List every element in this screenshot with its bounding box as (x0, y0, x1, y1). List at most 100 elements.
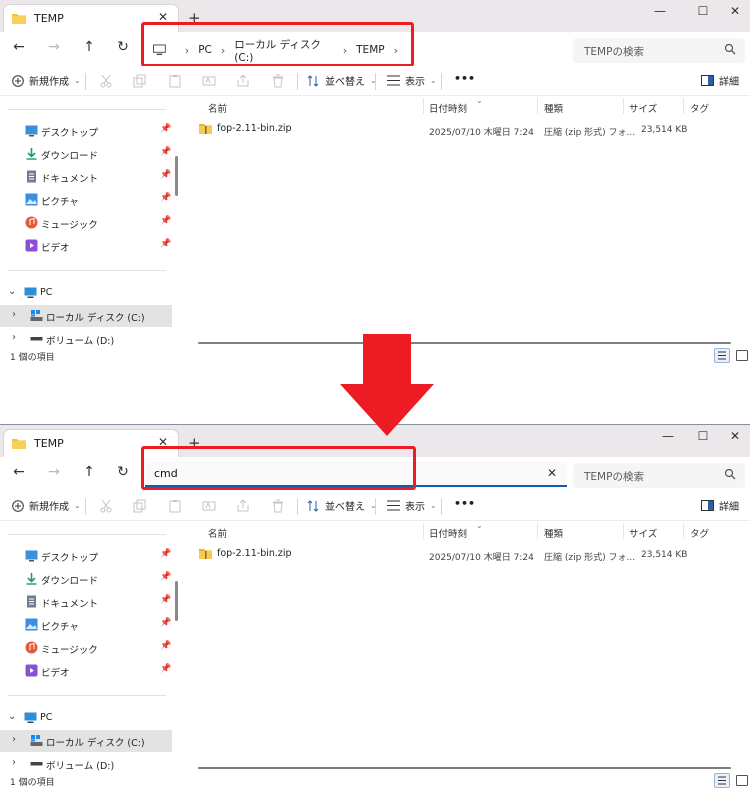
share-icon[interactable] (236, 74, 250, 88)
pin-icon[interactable]: 📌 (160, 193, 171, 203)
pin-icon[interactable]: 📌 (160, 641, 171, 651)
nav-item-documents[interactable]: ドキュメント 📌 (0, 591, 172, 613)
clear-icon[interactable]: ✕ (547, 466, 557, 480)
more-options-button[interactable]: ••• (454, 497, 475, 510)
back-button[interactable]: ← (8, 464, 30, 484)
details-view-button[interactable] (714, 773, 730, 788)
pin-icon[interactable]: 📌 (160, 170, 171, 180)
forward-button[interactable]: → (43, 39, 65, 59)
details-button[interactable]: 詳細 (701, 498, 739, 513)
nav-item-videos[interactable]: ビデオ 📌 (0, 660, 172, 682)
column-tag[interactable]: タグ (690, 526, 709, 540)
column-name[interactable]: 名前 (208, 101, 227, 115)
up-button[interactable]: ↑ (78, 464, 100, 484)
nav-item-pc[interactable]: ⌄ PC (0, 282, 172, 304)
nav-item-videos[interactable]: ビデオ 📌 (0, 235, 172, 257)
view-button[interactable]: 表示 ⌄ (387, 498, 437, 513)
chevron-right-icon[interactable]: › (12, 757, 16, 768)
pin-icon[interactable]: 📌 (160, 124, 171, 134)
maximize-button[interactable]: ☐ (688, 4, 718, 18)
details-button[interactable]: 詳細 (701, 73, 739, 88)
pin-icon[interactable]: 📌 (160, 239, 171, 249)
chevron-right-icon[interactable]: › (12, 309, 16, 320)
nav-item-pictures[interactable]: ピクチャ 📌 (0, 189, 172, 211)
cut-icon[interactable] (99, 74, 113, 88)
horizontal-scrollbar[interactable] (198, 342, 731, 344)
pin-icon[interactable]: 📌 (160, 595, 171, 605)
nav-scrollbar[interactable] (175, 581, 178, 621)
thumbnail-view-button[interactable] (736, 775, 748, 786)
paste-icon[interactable] (168, 499, 182, 513)
paste-icon[interactable] (168, 74, 182, 88)
search-box[interactable]: TEMPの検索 (573, 463, 745, 488)
more-options-button[interactable]: ••• (454, 72, 475, 85)
nav-item-pc[interactable]: ⌄ PC (0, 707, 172, 729)
delete-icon[interactable] (271, 499, 285, 513)
copy-icon[interactable] (133, 499, 147, 513)
nav-item-c-drive[interactable]: › ローカル ディスク (C:) (0, 730, 172, 752)
sort-button[interactable]: 並べ替え ⌄ (307, 73, 377, 88)
column-name[interactable]: 名前 (208, 526, 227, 540)
column-tag[interactable]: タグ (690, 101, 709, 115)
new-button[interactable]: 新規作成 ⌄ (12, 73, 81, 88)
nav-item-pictures[interactable]: ピクチャ 📌 (0, 614, 172, 636)
details-pane-icon (701, 75, 714, 86)
nav-item-c-drive[interactable]: › ローカル ディスク (C:) (0, 305, 172, 327)
pin-icon[interactable]: 📌 (160, 664, 171, 674)
cut-icon[interactable] (99, 499, 113, 513)
table-row[interactable]: fop-2.11-bin.zip (199, 548, 292, 559)
chevron-right-icon[interactable]: › (12, 332, 16, 343)
chevron-down-icon[interactable]: ⌄ (8, 286, 16, 297)
share-icon[interactable] (236, 499, 250, 513)
maximize-button[interactable]: ☐ (688, 429, 718, 443)
new-button[interactable]: 新規作成 ⌄ (12, 498, 81, 513)
rename-icon[interactable] (202, 74, 216, 88)
nav-item-downloads[interactable]: ダウンロード 📌 (0, 568, 172, 590)
up-button[interactable]: ↑ (78, 39, 100, 59)
pc-icon (24, 287, 37, 298)
column-date[interactable]: 日付時刻 (429, 526, 467, 540)
pin-icon[interactable]: 📌 (160, 618, 171, 628)
thumbnail-view-button[interactable] (736, 350, 748, 361)
close-window-button[interactable]: ✕ (720, 4, 750, 18)
column-size[interactable]: サイズ (629, 101, 657, 115)
pin-icon[interactable]: 📌 (160, 147, 171, 157)
refresh-button[interactable]: ↻ (112, 464, 134, 484)
file-date: 2025/07/10 木曜日 7:24 (429, 128, 534, 138)
sort-button[interactable]: 並べ替え ⌄ (307, 498, 377, 513)
back-button[interactable]: ← (8, 39, 30, 59)
nav-item-downloads[interactable]: ダウンロード 📌 (0, 143, 172, 165)
nav-item-desktop[interactable]: デスクトップ 📌 (0, 120, 172, 142)
pin-icon[interactable]: 📌 (160, 549, 171, 559)
divider (8, 695, 166, 696)
column-size[interactable]: サイズ (629, 526, 657, 540)
pin-icon[interactable]: 📌 (160, 572, 171, 582)
refresh-button[interactable]: ↻ (112, 39, 134, 59)
nav-item-music[interactable]: ミュージック 📌 (0, 637, 172, 659)
forward-button[interactable]: → (43, 464, 65, 484)
chevron-down-icon[interactable]: ⌄ (8, 711, 16, 722)
search-box[interactable]: TEMPの検索 (573, 38, 745, 63)
copy-icon[interactable] (133, 74, 147, 88)
horizontal-scrollbar[interactable] (198, 767, 731, 769)
nav-scrollbar[interactable] (175, 156, 178, 196)
close-window-button[interactable]: ✕ (720, 429, 750, 443)
view-button[interactable]: 表示 ⌄ (387, 73, 437, 88)
table-row[interactable]: fop-2.11-bin.zip (199, 123, 292, 134)
details-view-button[interactable] (714, 348, 730, 363)
chevron-right-icon[interactable]: › (12, 734, 16, 745)
nav-item-music[interactable]: ミュージック 📌 (0, 212, 172, 234)
nav-item-documents[interactable]: ドキュメント 📌 (0, 166, 172, 188)
delete-icon[interactable] (271, 74, 285, 88)
column-type[interactable]: 種類 (544, 526, 563, 540)
minimize-button[interactable]: — (653, 429, 683, 443)
chevron-down-icon: ⌄ (430, 76, 437, 85)
divider (8, 534, 166, 535)
nav-item-desktop[interactable]: デスクトップ 📌 (0, 545, 172, 567)
pin-icon[interactable]: 📌 (160, 216, 171, 226)
rename-icon[interactable] (202, 499, 216, 513)
minimize-button[interactable]: — (645, 4, 675, 18)
column-type[interactable]: 種類 (544, 101, 563, 115)
column-date[interactable]: 日付時刻 (429, 101, 467, 115)
nav-label: ピクチャ (41, 622, 79, 633)
